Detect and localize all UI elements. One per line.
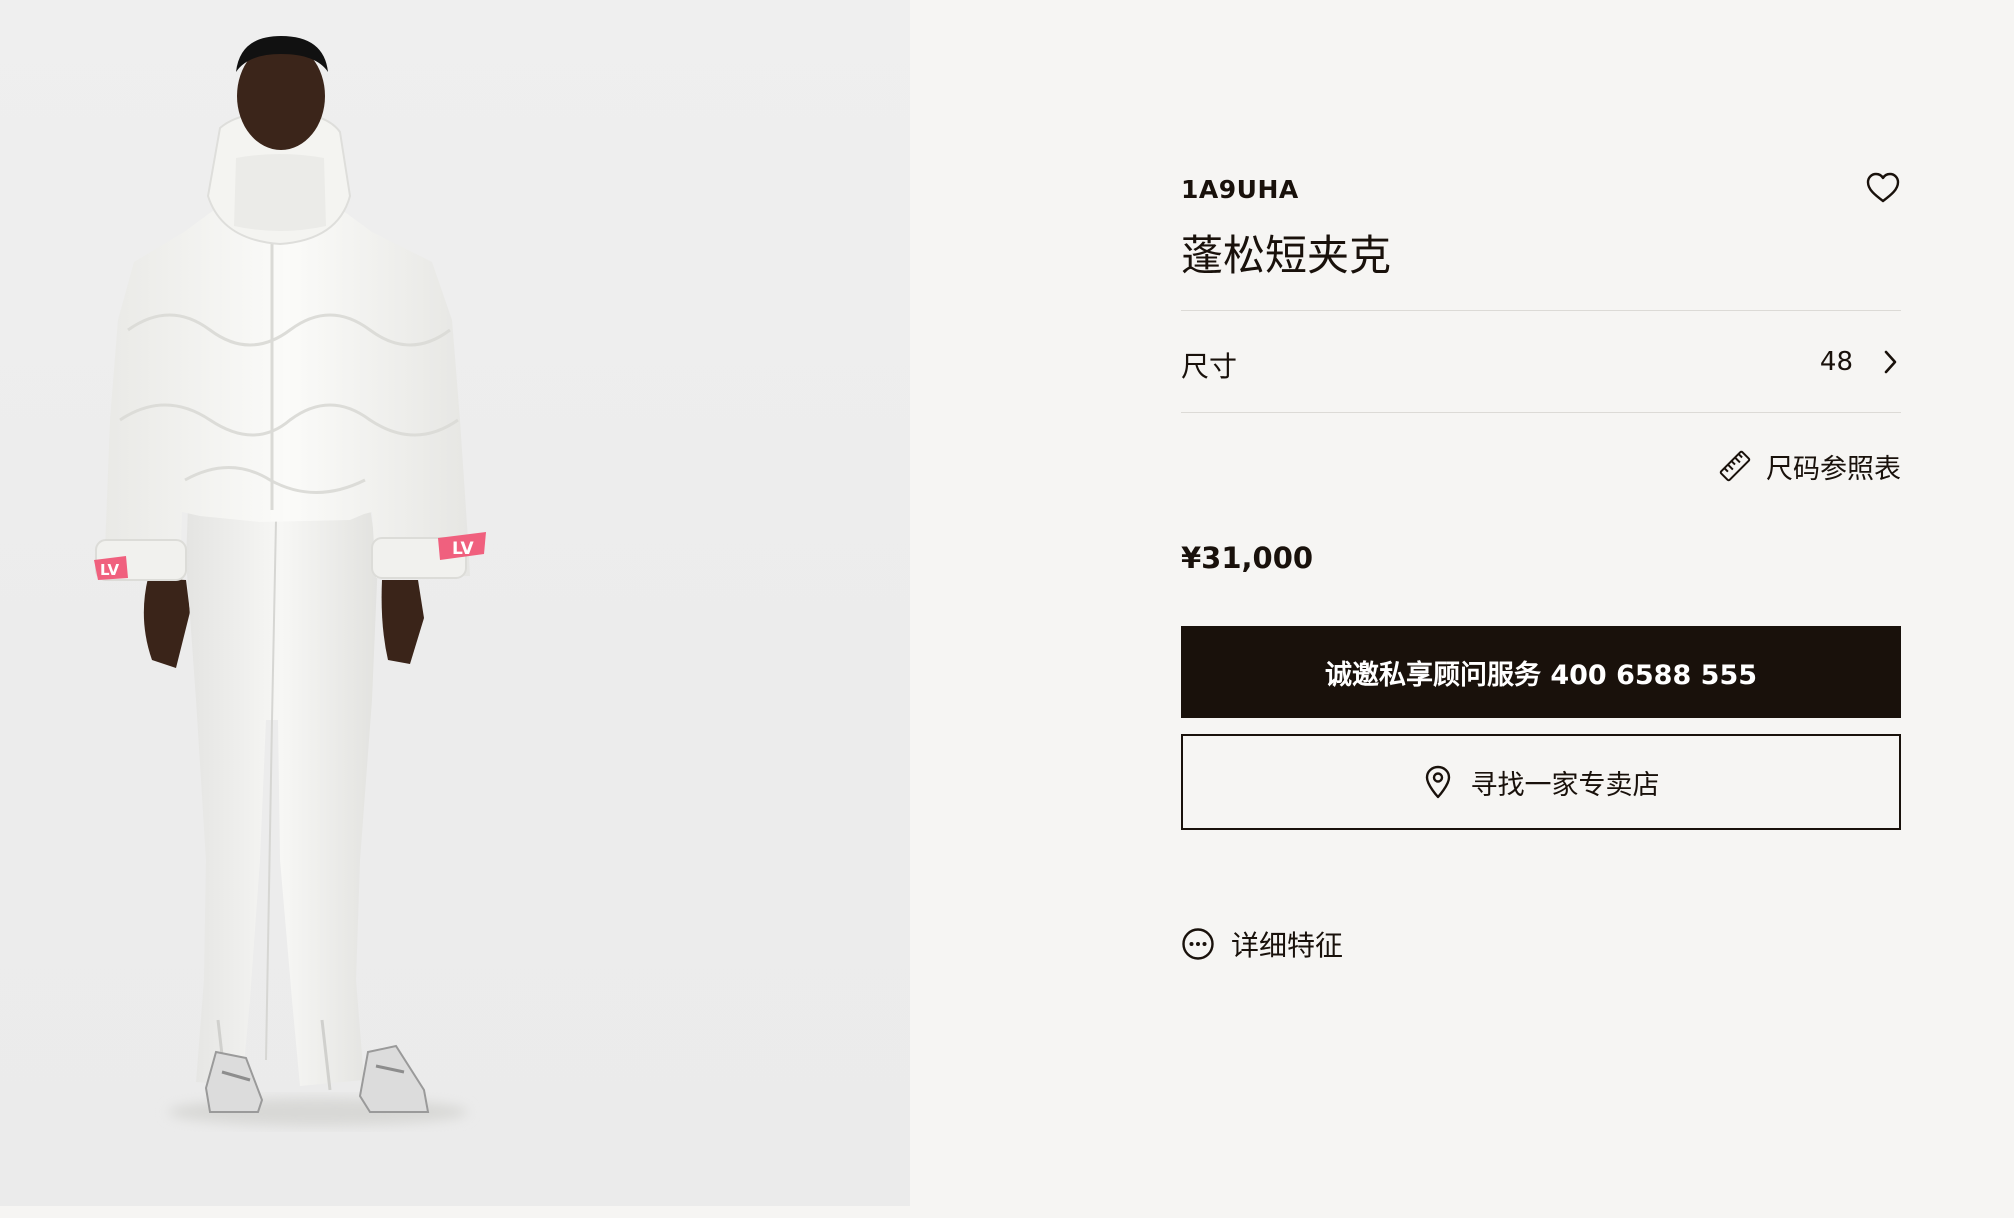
more-dots-circle-icon bbox=[1182, 928, 1214, 960]
svg-text:LV: LV bbox=[100, 561, 119, 579]
chevron-right-icon bbox=[1884, 350, 1897, 374]
svg-text:LV: LV bbox=[452, 539, 474, 559]
product-details-panel: 1A9UHA 蓬松短夹克 尺寸 48 尺码参照表 ¥31,000 诚邀私享顾问服… bbox=[1181, 0, 1901, 1218]
product-price: ¥31,000 bbox=[1181, 541, 1314, 575]
product-image: LV LV bbox=[0, 0, 910, 1206]
find-store-label: 寻找一家专卖店 bbox=[1470, 769, 1660, 801]
size-value: 48 bbox=[1819, 347, 1853, 377]
client-advisor-button[interactable]: 诚邀私享顾问服务 400 6588 555 bbox=[1181, 626, 1901, 718]
size-guide-label: 尺码参照表 bbox=[1766, 453, 1901, 485]
divider-bottom bbox=[1181, 412, 1901, 413]
size-guide-link[interactable]: 尺码参照表 bbox=[1718, 446, 1901, 486]
ruler-icon bbox=[1719, 450, 1751, 482]
wishlist-button[interactable] bbox=[1865, 170, 1901, 206]
location-pin-icon bbox=[1425, 765, 1450, 799]
size-label: 尺寸 bbox=[1181, 350, 1238, 383]
heart-icon bbox=[1866, 172, 1900, 203]
find-store-button[interactable]: 寻找一家专卖店 bbox=[1181, 734, 1901, 830]
size-selector[interactable]: 尺寸 48 bbox=[1181, 311, 1901, 413]
product-details-label: 详细特征 bbox=[1231, 929, 1344, 962]
product-sku: 1A9UHA bbox=[1181, 175, 1299, 204]
product-photo-illustration: LV LV bbox=[94, 36, 486, 1126]
product-details-link[interactable]: 详细特征 bbox=[1181, 924, 1343, 964]
product-title: 蓬松短夹克 bbox=[1181, 231, 1392, 280]
client-advisor-label: 诚邀私享顾问服务 400 6588 555 bbox=[1324, 659, 1758, 691]
